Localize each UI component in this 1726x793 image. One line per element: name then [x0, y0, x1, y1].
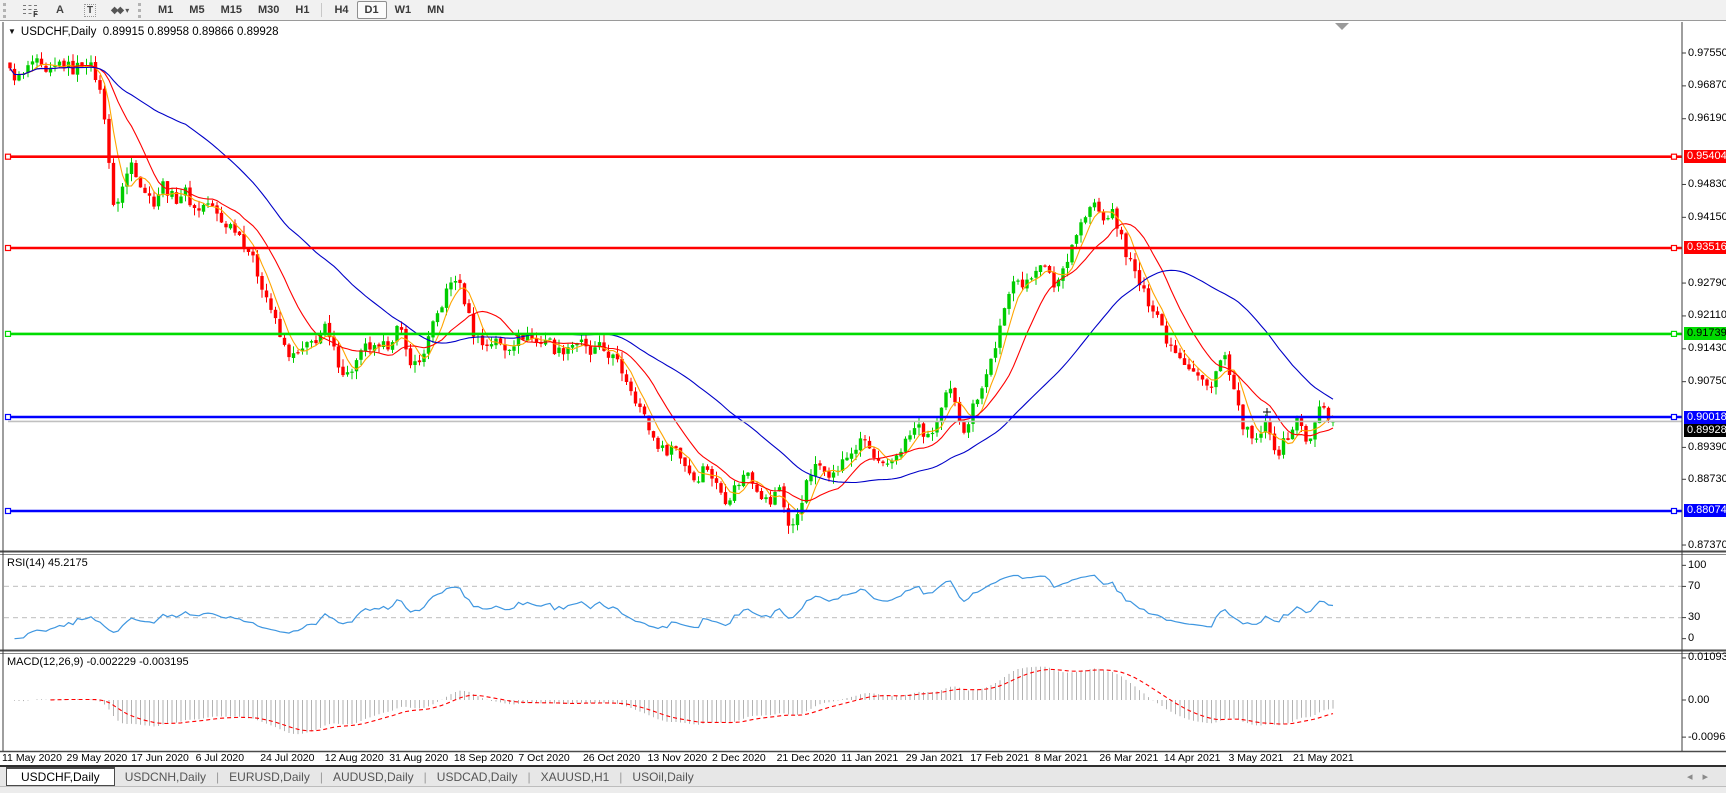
- price-axis-tick: 0.90750: [1688, 375, 1726, 387]
- price-axis-tick: 0.96190: [1688, 112, 1726, 124]
- price-axis-tick: 0.91430: [1688, 342, 1726, 354]
- mt4-window: F A T ◆◆ ▾ M1M5M15M30H1H4D1W1MN ▼USDCHF,…: [0, 0, 1726, 793]
- macd-pane-label: MACD(12,26,9) -0.002229 -0.003195: [7, 656, 189, 668]
- date-axis-label: 3 May 2021: [1228, 752, 1283, 764]
- candlestick-layer: [8, 52, 1334, 534]
- rsi-axis-tick: 100: [1688, 559, 1726, 571]
- symbol-tab-usdcad[interactable]: USDCAD,Daily: [427, 769, 528, 785]
- chart-canvas[interactable]: [0, 0, 1726, 793]
- cross-marker: [1263, 408, 1271, 416]
- macd-indicator: [10, 667, 1333, 735]
- rsi-axis-tick: 0: [1688, 632, 1726, 644]
- date-axis-label: 2 Dec 2020: [712, 752, 766, 764]
- date-axis-label: 26 Mar 2021: [1099, 752, 1158, 764]
- chart-shift-marker: [1335, 23, 1349, 30]
- rsi-indicator: [4, 575, 1682, 638]
- macd-axis-tick: 0.010933: [1688, 651, 1726, 663]
- date-axis-label: 17 Feb 2021: [970, 752, 1029, 764]
- symbol-tab-eurusd[interactable]: EURUSD,Daily: [219, 769, 320, 785]
- date-axis-label: 6 Jul 2020: [196, 752, 244, 764]
- date-axis-label: 31 Aug 2020: [389, 752, 448, 764]
- macd-axis-tick: -0.009653: [1688, 731, 1726, 743]
- level-price-label[interactable]: 0.88074: [1684, 504, 1726, 517]
- level-price-label[interactable]: 0.91739: [1684, 327, 1726, 340]
- date-axis-label: 11 Jan 2021: [841, 752, 898, 764]
- tab-scroll-left-icon[interactable]: ◂: [1687, 771, 1703, 783]
- price-axis-tick: 0.87370: [1688, 539, 1726, 551]
- panel-borders: [0, 22, 1726, 752]
- date-axis-label: 29 May 2020: [67, 752, 128, 764]
- tab-scroll-arrows[interactable]: ◂▸: [1687, 770, 1718, 783]
- date-axis-label: 11 May 2020: [2, 752, 62, 764]
- price-axis-tick: 0.97550: [1688, 47, 1726, 59]
- rsi-pane-label: RSI(14) 45.2175: [7, 557, 88, 569]
- symbol-tab-usdchf[interactable]: USDCHF,Daily: [6, 767, 115, 786]
- date-axis-label: 17 Jun 2020: [131, 752, 189, 764]
- collapse-arrow-icon[interactable]: ▼: [8, 27, 16, 36]
- date-axis-label: 13 Nov 2020: [648, 752, 708, 764]
- price-axis-tick: 0.94150: [1688, 211, 1726, 223]
- date-axis-label: 24 Jul 2020: [260, 752, 314, 764]
- price-axis-tick: 0.94830: [1688, 178, 1726, 190]
- date-axis-label: 26 Oct 2020: [583, 752, 640, 764]
- date-axis-label: 14 Apr 2021: [1164, 752, 1221, 764]
- symbol-tabbar: USDCHF,DailyUSDCNH,Daily|EURUSD,Daily|AU…: [0, 765, 1726, 786]
- macd-axis-tick: 0.00: [1688, 694, 1726, 706]
- level-price-label[interactable]: 0.93516: [1684, 241, 1726, 254]
- date-axis-label: 21 Dec 2020: [777, 752, 837, 764]
- tab-scroll-right-icon[interactable]: ▸: [1702, 771, 1718, 783]
- symbol-tab-xauusd[interactable]: XAUUSD,H1: [531, 769, 620, 785]
- price-axis-tick: 0.92110: [1688, 309, 1726, 321]
- statusbar-strip: [0, 786, 1726, 793]
- rsi-axis-tick: 70: [1688, 580, 1726, 592]
- symbol-tab-usoil[interactable]: USOil,Daily: [622, 769, 703, 785]
- price-axis-tick: 0.92790: [1688, 277, 1726, 289]
- current-price-label: 0.89928: [1684, 424, 1726, 437]
- date-axis-label: 18 Sep 2020: [454, 752, 514, 764]
- date-axis-label: 12 Aug 2020: [325, 752, 384, 764]
- symbol-tab-audusd[interactable]: AUDUSD,Daily: [323, 769, 424, 785]
- rsi-axis-tick: 30: [1688, 611, 1726, 623]
- chart-ohlc-readout: 0.89915 0.89958 0.89866 0.89928: [103, 26, 279, 38]
- date-axis-label: 8 Mar 2021: [1035, 752, 1088, 764]
- date-axis-label: 29 Jan 2021: [906, 752, 964, 764]
- date-axis-label: 7 Oct 2020: [518, 752, 569, 764]
- level-price-label[interactable]: 0.90018: [1684, 411, 1726, 424]
- price-axis-tick: 0.96870: [1688, 79, 1726, 91]
- ma-mid-red-line: [10, 66, 1333, 501]
- chart-symbol-period: USDCHF,Daily: [21, 26, 96, 38]
- price-axis-tick: 0.88730: [1688, 473, 1726, 485]
- chart-title: ▼ USDCHF,Daily 0.89915 0.89958 0.89866 0.…: [8, 26, 279, 38]
- price-axis-tick: 0.89390: [1688, 441, 1726, 453]
- level-price-label[interactable]: 0.95404: [1684, 150, 1726, 163]
- date-axis-label: 21 May 2021: [1293, 752, 1354, 764]
- symbol-tab-usdcnh[interactable]: USDCNH,Daily: [115, 769, 216, 785]
